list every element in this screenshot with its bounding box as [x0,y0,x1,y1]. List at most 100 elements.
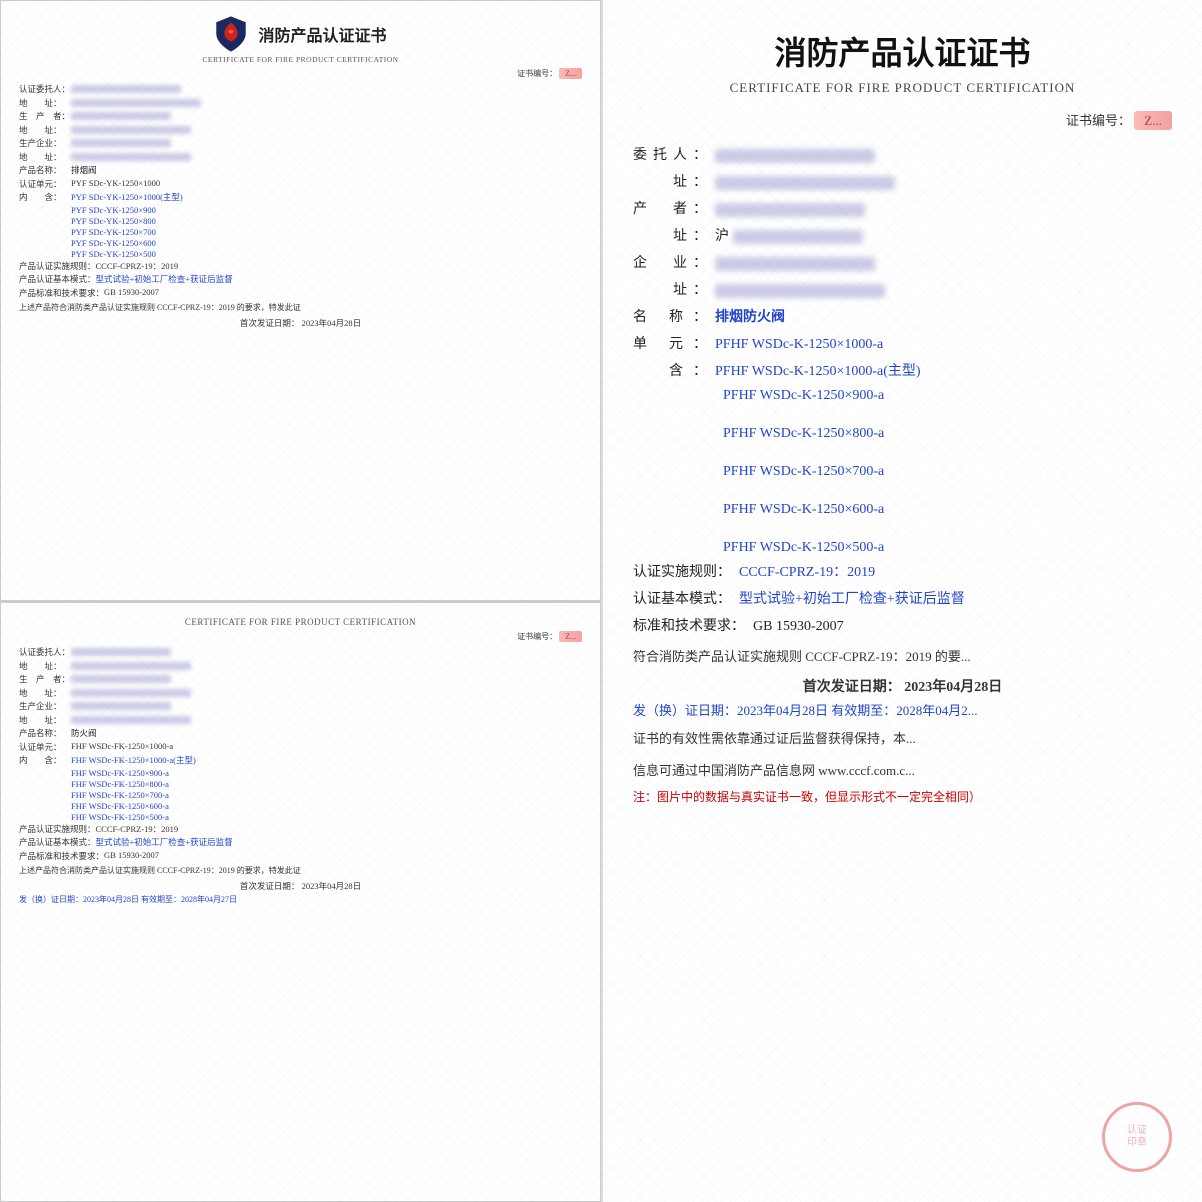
r-field-contains-main: PFHF WSDc-K-1250×1000-a(主型) [715,361,921,382]
contains-item-3: PYF SDc-YK-1250×700 [71,227,582,237]
contains-list: PYF SDc-YK-1250×900 PYF SDc-YK-1250×800 … [71,205,582,259]
r-field-contains-label: 含 [633,361,693,382]
r-cert-title-en: CERTIFICATE FOR FIRE PRODUCT CERTIFICATI… [633,80,1172,96]
b-field-addr2-label: 地 址： [19,687,71,699]
b-field-contains: 内 含： FHF WSDc-FK-1250×1000-a(主型) [19,754,582,766]
r-field-addr1: 址 ： [633,172,1172,193]
r-first-date-value: 2023年04月28日 [904,680,1002,695]
field-contains: 内 含： PYF SDc-YK-1250×1000(主型) [19,191,582,203]
field-rule: 产品认证实施规则： CCCF-CPRZ-19：2019 [19,260,582,272]
b-field-addr1-label: 地 址： [19,660,71,672]
b-field-product-name: 产品名称： 防火阀 [19,727,582,739]
field-enterprise-label: 生产企业： [19,137,71,149]
cert-title-en: CERTIFICATE FOR FIRE PRODUCT CERTIFICATI… [19,55,582,64]
b-field-producer: 生 产 者： [19,673,582,685]
field-cert-unit-label: 认证单元： [19,178,71,190]
field-std: 产品标准和技术要求： GB 15930-2007 [19,287,582,299]
b-field-addr3-label: 地 址： [19,714,71,726]
r-cert-number-label: 证书编号： [1066,113,1131,128]
r-field-addr3: 址 ： [633,280,1172,301]
field-product-name: 产品名称： 排烟阀 [19,164,582,176]
r-field-product-label: 名 称 [633,307,693,328]
field-addr3-value [71,151,582,161]
b-contains-item-4: FHF WSDc-FK-1250×600-a [71,801,582,811]
b-field-client-label: 认证委托人： [19,646,71,658]
field-std-value: GB 15930-2007 [104,287,582,297]
cert-bottom-number-value: Z... [559,631,582,642]
field-client-label: 认证委托人： [19,83,71,95]
r-field-producer: 产 者 ： [633,199,1172,220]
b-field-rule-label: 产品认证实施规则： [19,823,96,835]
field-enterprise-value [71,137,582,147]
r-contains-item-4: PFHF WSDc-K-1250×600-a [723,502,1172,518]
field-mode: 产品认证基本模式： 型式试验+初始工厂检查+获证后监督 [19,273,582,285]
cert-bottom-left: CERTIFICATE FOR FIRE PRODUCT CERTIFICATI… [0,601,601,1202]
field-addr1-label: 地 址： [19,97,71,109]
r-field-contains: 含 ： PFHF WSDc-K-1250×1000-a(主型) [633,361,1172,382]
b-issue-date: 发（换）证日期：2023年04月28日 有效期至：2028年04月27日 [19,894,582,905]
red-stamp: 认证印章 [1102,1102,1172,1172]
field-producer: 生 产 者： [19,110,582,122]
b-field-producer-label: 生 产 者： [19,673,71,685]
contains-item-4: PYF SDc-YK-1250×600 [71,238,582,248]
field-rule-value: CCCF-CPRZ-19：2019 [96,260,582,272]
b-field-cert-unit: 认证单元： FHF WSDc-FK-1250×1000-a [19,741,582,753]
field-contains-label: 内 含： [19,191,71,203]
r-field-enterprise-label: 企 业 [633,253,693,274]
field-addr2: 地 址： [19,124,582,136]
r-field-producer-label: 产 者 [633,199,693,220]
field-addr2-label: 地 址： [19,124,71,136]
r-field-mode-value: 型式试验+初始工厂检查+获证后监督 [739,589,965,610]
field-client: 认证委托人： [19,83,582,95]
b-contains-item-2: FHF WSDc-FK-1250×800-a [71,779,582,789]
r-info-notice: 信息可通过中国消防产品信息网 www.cccf.com.c... [633,759,1172,782]
b-field-addr2-value [71,687,582,697]
b-field-cert-unit-label: 认证单元： [19,741,71,753]
r-field-rule: 认证实施规则 ： CCCF-CPRZ-19：2019 [633,562,1172,583]
cert-bottom-number-label: 证书编号： [517,632,557,641]
footer-text: 上述产品符合消防类产品认证实施规则 CCCF-CPRZ-19：2019 的要求，… [19,302,582,314]
b-field-producer-value [71,673,582,683]
r-field-enterprise: 企 业 ： [633,253,1172,274]
b-footer-text: 上述产品符合消防类产品认证实施规则 CCCF-CPRZ-19：2019 的要求，… [19,865,582,877]
shield-icon [214,15,248,53]
r-issue-date: 发（换）证日期：2023年04月28日 有效期至：2028年04月2... [633,700,1172,719]
b-field-addr1: 地 址： [19,660,582,672]
first-date-value: 2023年04月28日 [302,318,362,328]
r-field-client-label: 委托人 [633,145,693,166]
r-field-client: 委托人 ： [633,145,1172,166]
cert-number-label: 证书编号： [517,69,557,78]
b-field-rule: 产品认证实施规则： CCCF-CPRZ-19：2019 [19,823,582,835]
field-cert-unit-value: PYF SDc-YK-1250×1000 [71,178,582,188]
b-field-std-value: GB 15930-2007 [104,850,582,860]
r-field-cert-unit-value: PFHF WSDc-K-1250×1000-a [715,334,883,355]
b-first-date-value: 2023年04月28日 [302,881,362,891]
field-addr1: 地 址： [19,97,582,109]
b-field-enterprise-label: 生产企业： [19,700,71,712]
field-addr2-value [71,124,582,134]
r-field-product-name: 名 称 ： 排烟防火阀 [633,307,1172,328]
b-contains-item-5: FHF WSDc-FK-1250×500-a [71,812,582,822]
r-field-addr2-label: 址 [633,226,693,247]
first-date-label: 首次发证日期： [240,318,300,328]
field-producer-value [71,110,582,120]
r-field-std: 标准和技术要求 ： GB 15930-2007 [633,616,1172,637]
r-field-rule-label: 认证实施规则 [633,562,717,583]
b-field-product-value: 防火阀 [71,727,97,739]
r-field-cert-unit-label: 单 元 [633,334,693,355]
b-field-client: 认证委托人： [19,646,582,658]
r-contains-item-1: PFHF WSDc-K-1250×900-a [723,388,1172,404]
b-field-addr3-value [71,714,582,724]
r-contains-item-2: PFHF WSDc-K-1250×800-a [723,426,1172,442]
b-field-addr2: 地 址： [19,687,582,699]
r-field-addr2: 址 ： 沪 [633,226,1172,247]
r-field-addr1-label: 址 [633,172,693,193]
b-field-client-value [71,646,582,656]
b-field-contains-label: 内 含： [19,754,71,766]
field-product-value: 排烟阀 [71,164,97,176]
r-field-rule-value: CCCF-CPRZ-19：2019 [739,562,875,583]
b-field-contains-main: FHF WSDc-FK-1250×1000-a(主型) [71,754,196,766]
field-mode-label: 产品认证基本模式： [19,273,96,285]
b-contains-item-1: FHF WSDc-FK-1250×900-a [71,768,582,778]
b-field-addr1-value [71,660,582,670]
